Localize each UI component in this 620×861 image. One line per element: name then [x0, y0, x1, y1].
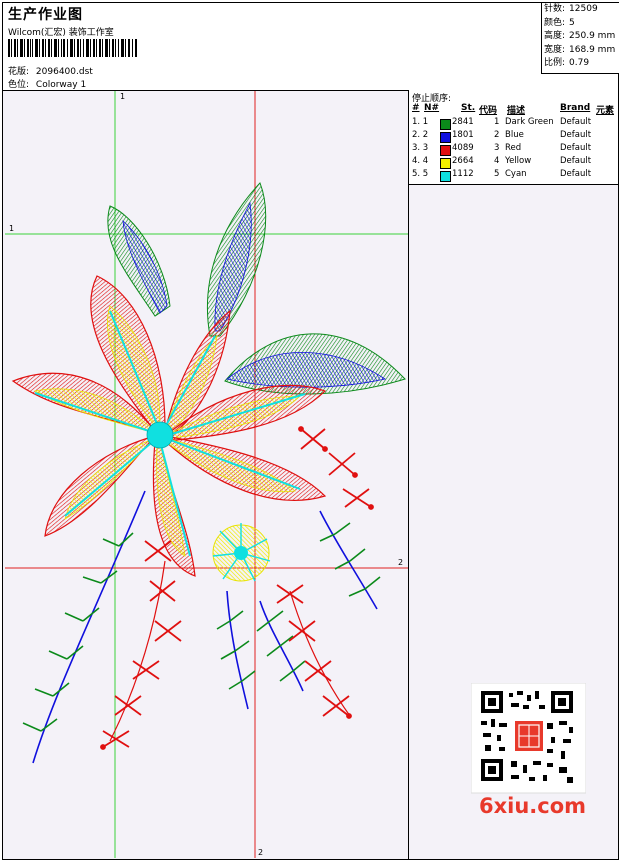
- stop-table-header: # N# St. 代码 描述 Brand 元素: [409, 103, 618, 116]
- guide-label-v2: 2: [258, 848, 263, 857]
- stem-sprigs: [22, 490, 381, 764]
- stat-stitches: 针数: 12509: [544, 4, 598, 14]
- col-element: 元素: [596, 106, 615, 116]
- col-desc: 描述: [507, 106, 526, 116]
- barcode: [8, 39, 137, 57]
- colorway-line: 色位: Colorway 1: [8, 77, 86, 90]
- design-file-line: 花版: 2096400.dst: [8, 64, 93, 77]
- sheet-header: 生产作业图 Wilcom(汇宏) 装饰工作室 花版: 2096400.dst 色…: [3, 3, 619, 91]
- col-num: #: [412, 103, 420, 113]
- stat-scale: 比例: 0.79: [544, 58, 590, 68]
- stop-row: 5. 5 1112 5 Cyan Default: [409, 169, 618, 182]
- design-stats: 针数: 12509 颜色: 5 高度: 250.9 mm 宽度: 168.9 mm 比例…: [541, 3, 619, 74]
- col-brand: Brand: [560, 103, 591, 113]
- flower-petals: [11, 275, 327, 577]
- panel-divider: [408, 90, 409, 859]
- guide-label-h2: 2: [398, 558, 403, 567]
- col-code: 代码: [479, 106, 498, 116]
- site-watermark: 6xiu.com: [479, 794, 587, 818]
- stop-row: 4. 4 2664 4 Yellow Default: [409, 156, 618, 169]
- col-needle: N#: [424, 103, 440, 113]
- color-swatch: [440, 119, 451, 130]
- production-sheet: 生产作业图 Wilcom(汇宏) 装饰工作室 花版: 2096400.dst 色…: [2, 2, 619, 860]
- stop-row: 2. 2 1801 2 Blue Default: [409, 130, 618, 143]
- colorway-label: 色位:: [8, 80, 30, 90]
- stop-row: 3. 3 4089 3 Red Default: [409, 143, 618, 156]
- guide-lines: [5, 91, 408, 858]
- guide-label-h1: 1: [9, 224, 14, 233]
- color-swatch: [440, 158, 451, 169]
- stat-height: 高度: 250.9 mm: [544, 31, 616, 41]
- stat-width: 宽度: 168.9 mm: [544, 44, 616, 55]
- sheet-title: 生产作业图: [8, 7, 83, 23]
- design-file-name: 2096400.dst: [35, 67, 93, 77]
- color-swatch: [440, 145, 451, 156]
- colorway-name: Colorway 1: [35, 80, 87, 90]
- stop-sequence-panel: 停止顺序: # N# St. 代码 描述 Brand 元素 1. 1 2841 …: [409, 90, 618, 185]
- small-burst: [212, 523, 271, 582]
- guide-label-v1: 1: [120, 92, 125, 101]
- color-swatch: [440, 132, 451, 143]
- design-file-label: 花版:: [8, 67, 30, 77]
- embroidery-preview: 1 1 2 2: [5, 91, 408, 858]
- color-swatch: [440, 171, 451, 182]
- studio-name: Wilcom(汇宏) 装饰工作室: [8, 28, 114, 38]
- stop-row: 1. 1 2841 1 Dark Green Default: [409, 117, 618, 130]
- stat-colors: 颜色: 5: [544, 17, 575, 28]
- col-stitches: St.: [461, 103, 476, 113]
